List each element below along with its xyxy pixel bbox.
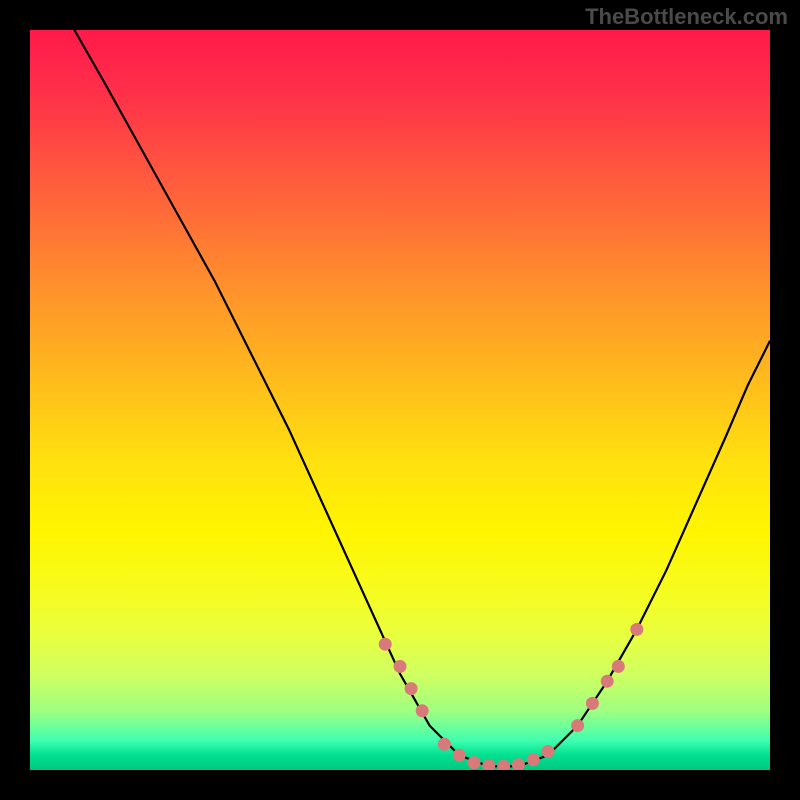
data-marker	[438, 738, 451, 751]
plot-area	[30, 30, 770, 770]
data-marker	[527, 753, 540, 766]
curve-svg	[30, 30, 770, 770]
data-marker	[586, 697, 599, 710]
data-marker	[453, 749, 466, 762]
data-marker	[468, 756, 481, 769]
data-marker	[512, 758, 525, 770]
data-marker	[612, 660, 625, 673]
data-marker	[542, 745, 555, 758]
data-marker	[405, 682, 418, 695]
data-marker	[571, 719, 584, 732]
data-marker	[601, 675, 614, 688]
data-marker	[416, 704, 429, 717]
data-marker	[394, 660, 407, 673]
data-marker	[482, 759, 495, 770]
watermark-text: TheBottleneck.com	[585, 4, 788, 30]
data-marker	[630, 623, 643, 636]
data-marker	[497, 760, 510, 770]
bottleneck-curve	[74, 30, 770, 766]
data-marker	[379, 638, 392, 651]
marker-group	[379, 623, 644, 770]
